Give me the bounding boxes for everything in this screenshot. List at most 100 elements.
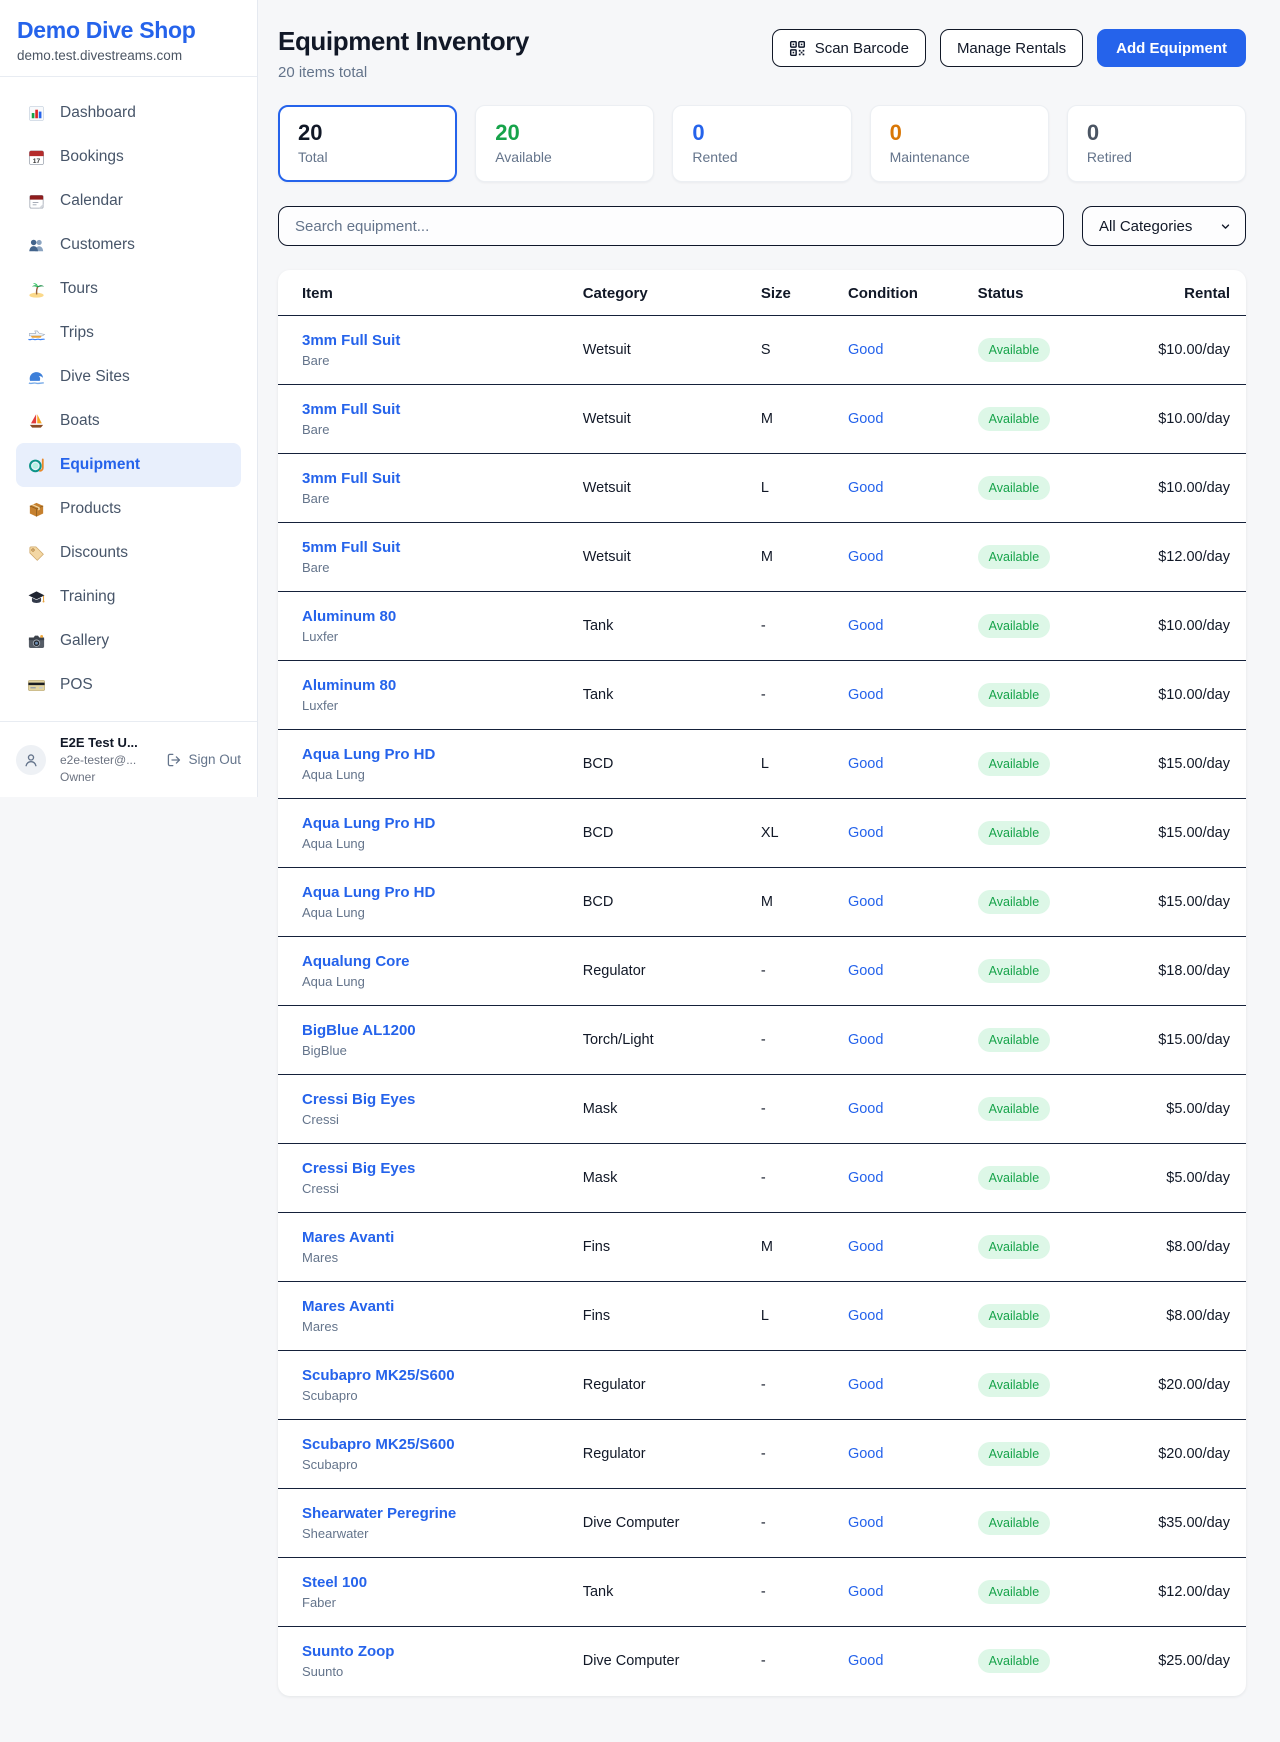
- item-name-link[interactable]: Aluminum 80: [302, 608, 535, 625]
- customers-icon: [27, 236, 46, 255]
- sign-out-button[interactable]: Sign Out: [166, 752, 241, 768]
- item-name-link[interactable]: 3mm Full Suit: [302, 401, 535, 418]
- cell-size: -: [737, 1075, 824, 1144]
- cell-rental: $10.00/day: [1084, 592, 1246, 661]
- user-email: e2e-tester@...: [60, 753, 138, 767]
- item-name-link[interactable]: BigBlue AL1200: [302, 1022, 535, 1039]
- condition-link[interactable]: Good: [848, 687, 883, 703]
- item-name-link[interactable]: 3mm Full Suit: [302, 332, 535, 349]
- cell-item: Steel 100Faber: [278, 1558, 559, 1627]
- item-brand: Cressi: [302, 1112, 535, 1127]
- item-name-link[interactable]: Aqua Lung Pro HD: [302, 815, 535, 832]
- item-name-link[interactable]: Aluminum 80: [302, 677, 535, 694]
- condition-link[interactable]: Good: [848, 342, 883, 358]
- stat-label: Total: [298, 149, 437, 165]
- item-name-link[interactable]: Aqua Lung Pro HD: [302, 884, 535, 901]
- item-name-link[interactable]: Aqua Lung Pro HD: [302, 746, 535, 763]
- condition-link[interactable]: Good: [848, 411, 883, 427]
- cell-status: Available: [954, 868, 1085, 937]
- sidebar-item-dive-sites[interactable]: Dive Sites: [16, 355, 241, 399]
- cell-item: Cressi Big EyesCressi: [278, 1144, 559, 1213]
- condition-link[interactable]: Good: [848, 1377, 883, 1393]
- condition-link[interactable]: Good: [848, 1584, 883, 1600]
- sidebar-item-equipment[interactable]: Equipment: [16, 443, 241, 487]
- condition-link[interactable]: Good: [848, 618, 883, 634]
- condition-link[interactable]: Good: [848, 1308, 883, 1324]
- condition-link[interactable]: Good: [848, 1239, 883, 1255]
- item-name-link[interactable]: Mares Avanti: [302, 1298, 535, 1315]
- sidebar-item-pos[interactable]: POS: [16, 663, 241, 707]
- status-badge: Available: [978, 1373, 1051, 1397]
- cell-size: M: [737, 868, 824, 937]
- tag-icon: [27, 544, 46, 563]
- condition-link[interactable]: Good: [848, 480, 883, 496]
- cell-rental: $15.00/day: [1084, 868, 1246, 937]
- sidebar-item-dashboard[interactable]: Dashboard: [16, 91, 241, 135]
- manage-rentals-button[interactable]: Manage Rentals: [940, 29, 1083, 67]
- sidebar-item-boats[interactable]: Boats: [16, 399, 241, 443]
- sidebar-item-bookings[interactable]: 17Bookings: [16, 135, 241, 179]
- stat-card-maintenance[interactable]: 0Maintenance: [870, 105, 1049, 182]
- condition-link[interactable]: Good: [848, 1446, 883, 1462]
- condition-link[interactable]: Good: [848, 894, 883, 910]
- sidebar-item-products[interactable]: Products: [16, 487, 241, 531]
- condition-link[interactable]: Good: [848, 1515, 883, 1531]
- stat-card-retired[interactable]: 0Retired: [1067, 105, 1246, 182]
- status-badge: Available: [978, 1304, 1051, 1328]
- cell-item: Aqualung CoreAqua Lung: [278, 937, 559, 1006]
- brand-name[interactable]: Demo Dive Shop: [17, 17, 241, 44]
- search-input[interactable]: [278, 206, 1064, 246]
- sidebar-item-label: Products: [60, 500, 121, 518]
- condition-link[interactable]: Good: [848, 1170, 883, 1186]
- stat-card-rented[interactable]: 0Rented: [672, 105, 851, 182]
- equipment-table-card: ItemCategorySizeConditionStatusRental 3m…: [278, 270, 1246, 1696]
- condition-link[interactable]: Good: [848, 825, 883, 841]
- sidebar-item-tours[interactable]: Tours: [16, 267, 241, 311]
- sidebar-item-discounts[interactable]: Discounts: [16, 531, 241, 575]
- cell-status: Available: [954, 1420, 1085, 1489]
- condition-link[interactable]: Good: [848, 1653, 883, 1669]
- cell-status: Available: [954, 523, 1085, 592]
- cell-size: L: [737, 1282, 824, 1351]
- cell-category: BCD: [559, 730, 737, 799]
- add-equipment-button[interactable]: Add Equipment: [1097, 29, 1246, 67]
- item-name-link[interactable]: Cressi Big Eyes: [302, 1160, 535, 1177]
- sidebar-item-gallery[interactable]: Gallery: [16, 619, 241, 663]
- sidebar-item-trips[interactable]: Trips: [16, 311, 241, 355]
- status-badge: Available: [978, 1580, 1051, 1604]
- item-name-link[interactable]: 3mm Full Suit: [302, 470, 535, 487]
- table-row: 3mm Full SuitBareWetsuitMGoodAvailable$1…: [278, 385, 1246, 454]
- category-select[interactable]: All Categories: [1082, 206, 1246, 246]
- sidebar-item-customers[interactable]: Customers: [16, 223, 241, 267]
- stat-card-total[interactable]: 20Total: [278, 105, 457, 182]
- cell-category: Mask: [559, 1075, 737, 1144]
- status-badge: Available: [978, 1511, 1051, 1535]
- scan-barcode-button[interactable]: Scan Barcode: [772, 29, 926, 67]
- package-icon: [27, 500, 46, 519]
- item-name-link[interactable]: Suunto Zoop: [302, 1643, 535, 1660]
- item-name-link[interactable]: Steel 100: [302, 1574, 535, 1591]
- item-name-link[interactable]: Shearwater Peregrine: [302, 1505, 535, 1522]
- item-name-link[interactable]: Mares Avanti: [302, 1229, 535, 1246]
- cell-status: Available: [954, 1006, 1085, 1075]
- condition-link[interactable]: Good: [848, 1032, 883, 1048]
- item-name-link[interactable]: Scubapro MK25/S600: [302, 1367, 535, 1384]
- sidebar-item-training[interactable]: Training: [16, 575, 241, 619]
- condition-link[interactable]: Good: [848, 549, 883, 565]
- stat-card-available[interactable]: 20Available: [475, 105, 654, 182]
- filter-row: All Categories: [278, 206, 1246, 246]
- condition-link[interactable]: Good: [848, 756, 883, 772]
- item-name-link[interactable]: Scubapro MK25/S600: [302, 1436, 535, 1453]
- cell-category: BCD: [559, 868, 737, 937]
- cell-condition: Good: [824, 1006, 954, 1075]
- condition-link[interactable]: Good: [848, 963, 883, 979]
- item-name-link[interactable]: Aqualung Core: [302, 953, 535, 970]
- sidebar-item-calendar[interactable]: Calendar: [16, 179, 241, 223]
- condition-link[interactable]: Good: [848, 1101, 883, 1117]
- item-name-link[interactable]: 5mm Full Suit: [302, 539, 535, 556]
- sign-out-label: Sign Out: [188, 752, 241, 767]
- table-row: Aqua Lung Pro HDAqua LungBCDMGoodAvailab…: [278, 868, 1246, 937]
- cell-condition: Good: [824, 454, 954, 523]
- item-name-link[interactable]: Cressi Big Eyes: [302, 1091, 535, 1108]
- cell-status: Available: [954, 454, 1085, 523]
